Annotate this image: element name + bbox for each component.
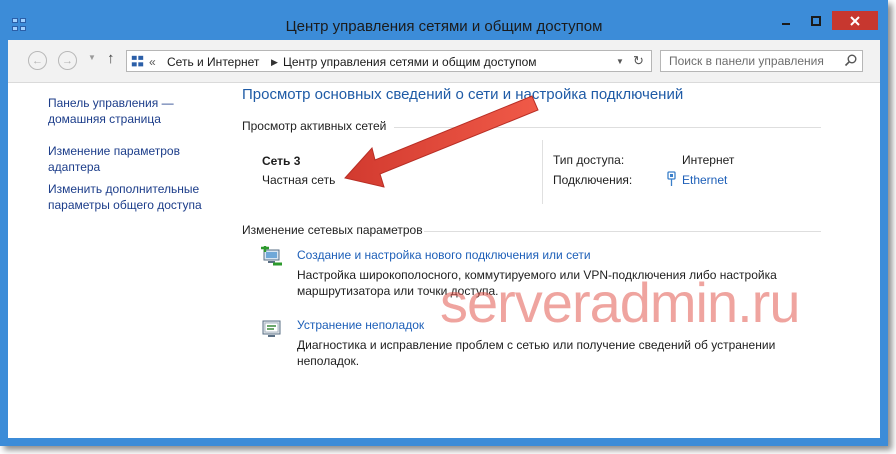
- annotation-arrow: [344, 95, 539, 188]
